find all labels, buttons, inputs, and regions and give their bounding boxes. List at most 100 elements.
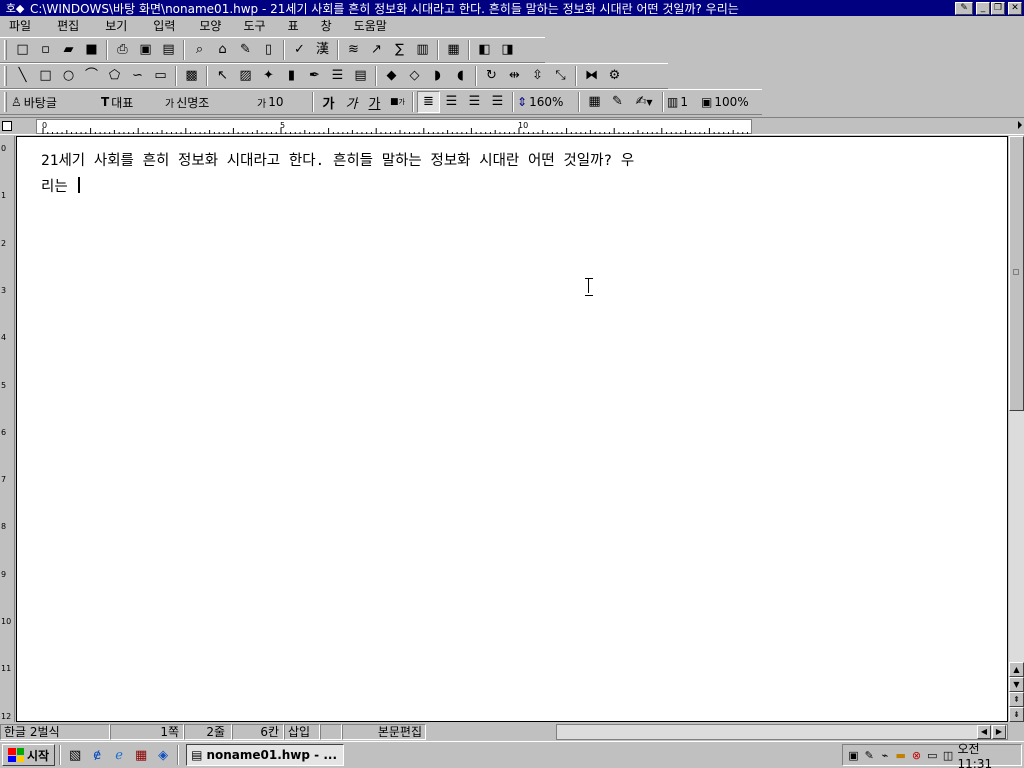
- macro-button[interactable]: ◨: [496, 39, 519, 61]
- scroll-right-button[interactable]: ▶: [992, 725, 1006, 739]
- curve-button[interactable]: ∽: [126, 65, 149, 87]
- task-noname01[interactable]: ▤ noname01.hwp - ...: [186, 744, 345, 766]
- menu-edit[interactable]: 편집: [48, 16, 88, 37]
- toolbar-grip[interactable]: [4, 66, 7, 86]
- font-color-button[interactable]: ▮: [280, 65, 303, 87]
- align-justify-button[interactable]: ≣: [417, 91, 440, 113]
- bar-chart-button[interactable]: ▥: [411, 39, 434, 61]
- start-button[interactable]: 시작: [2, 744, 56, 766]
- tray-display-icon[interactable]: ▬: [894, 749, 907, 762]
- align-right-button[interactable]: ☰: [486, 91, 509, 113]
- ungroup-button[interactable]: ✦: [257, 65, 280, 87]
- image-button[interactable]: ▩: [180, 65, 203, 87]
- menu-window[interactable]: 창: [312, 16, 341, 37]
- bold-button[interactable]: 가: [317, 91, 340, 113]
- tray-network-icon[interactable]: ▣: [847, 749, 860, 762]
- scroll-up-button[interactable]: ▲: [1009, 662, 1024, 677]
- select-object-button[interactable]: ↖: [211, 65, 234, 87]
- menu-view[interactable]: 보기: [96, 16, 136, 37]
- status-insert-mode[interactable]: 삽입: [284, 724, 320, 740]
- quicklaunch-media-icon[interactable]: ▦: [130, 744, 152, 766]
- style-button[interactable]: ◧: [473, 39, 496, 61]
- distribute-v-button[interactable]: ⇳: [526, 65, 549, 87]
- screen-button[interactable]: ▤: [157, 39, 180, 61]
- italic-button[interactable]: 가: [340, 91, 363, 113]
- scroll-left-button[interactable]: ◀: [977, 725, 991, 739]
- open-folder-button[interactable]: ▰: [57, 39, 80, 61]
- new-document-button[interactable]: □: [11, 39, 34, 61]
- menu-tools[interactable]: 도구: [234, 16, 274, 37]
- tray-pen-icon[interactable]: ✎: [863, 749, 876, 762]
- group-button[interactable]: ▨: [234, 65, 257, 87]
- tray-monitor-icon[interactable]: ▭: [926, 749, 939, 762]
- align-center-button[interactable]: ☰: [463, 91, 486, 113]
- font-name-select[interactable]: 가 신명조: [165, 92, 257, 112]
- page-up-button[interactable]: ⇞: [1009, 692, 1024, 707]
- menu-insert[interactable]: 입력: [144, 16, 184, 37]
- save-disk-button[interactable]: ■: [80, 39, 103, 61]
- font-size-select[interactable]: 가 10: [257, 92, 309, 112]
- ellipse-button[interactable]: ○: [57, 65, 80, 87]
- style-select[interactable]: ♙ 바탕글: [11, 92, 101, 112]
- hanja-button[interactable]: 漢: [311, 39, 334, 61]
- edit-note-button[interactable]: ✎: [606, 91, 629, 113]
- polygon-button[interactable]: ⬠: [103, 65, 126, 87]
- document-info-button[interactable]: ▦: [442, 39, 465, 61]
- align-left-button[interactable]: ☰: [440, 91, 463, 113]
- horizontal-ruler[interactable]: 0 5 10: [36, 119, 752, 134]
- textbox-button[interactable]: ▭: [149, 65, 172, 87]
- align-lines-button[interactable]: ☰: [326, 65, 349, 87]
- char-shape-button[interactable]: ■ 가: [386, 91, 409, 113]
- page-button[interactable]: ▯: [257, 39, 280, 61]
- pen-tool-button[interactable]: ✎: [234, 39, 257, 61]
- close-button[interactable]: ✕: [1008, 1, 1022, 15]
- chart-button[interactable]: ↗: [365, 39, 388, 61]
- distribute-h-button[interactable]: ⇹: [503, 65, 526, 87]
- backward-button[interactable]: ◖: [449, 65, 472, 87]
- menu-file[interactable]: 파일: [0, 16, 40, 37]
- toolbar-grip[interactable]: [4, 40, 7, 60]
- restore-button[interactable]: ❐: [991, 1, 1005, 15]
- menu-help[interactable]: 도움말: [345, 16, 396, 37]
- forward-button[interactable]: ◗: [426, 65, 449, 87]
- quicklaunch-channel-icon[interactable]: ◈: [152, 744, 174, 766]
- zoom-button[interactable]: ⌕: [188, 39, 211, 61]
- arc-button[interactable]: ⌒: [80, 65, 103, 87]
- bring-front-button[interactable]: ◆: [380, 65, 403, 87]
- quicklaunch-ie-icon[interactable]: ℯ: [108, 744, 130, 766]
- rotate-button[interactable]: ↻: [480, 65, 503, 87]
- tray-alert-icon[interactable]: ⊗: [910, 749, 923, 762]
- object-properties-button[interactable]: ⚙: [603, 65, 626, 87]
- tray-volume-icon[interactable]: ◫: [942, 749, 955, 762]
- print-preview-button[interactable]: ▣: [134, 39, 157, 61]
- vertical-scrollbar[interactable]: ▲ ▼ ⇞ ⇟: [1009, 136, 1024, 722]
- check-grammar-button[interactable]: ✓: [288, 39, 311, 61]
- new-window-button[interactable]: ▫: [34, 39, 57, 61]
- quicklaunch-explorer-icon[interactable]: ɇ: [86, 744, 108, 766]
- paint-button[interactable]: ✒: [303, 65, 326, 87]
- document-body[interactable]: 21세기 사회를 흔히 정보화 시대라고 한다. 흔히들 말하는 정보화 시대란…: [41, 148, 771, 200]
- quicklaunch-desktop-icon[interactable]: ▧: [64, 744, 86, 766]
- status-input-mode[interactable]: 한글 2벌식: [0, 724, 110, 740]
- table-button[interactable]: ▦: [583, 91, 606, 113]
- zoom-select[interactable]: ▣ 100%: [701, 92, 755, 112]
- mirror-button[interactable]: ⧓: [580, 65, 603, 87]
- hwp-app-icon[interactable]: 호◆: [0, 0, 30, 16]
- menu-table[interactable]: 표: [279, 16, 308, 37]
- ruler-corner-icon[interactable]: [2, 121, 12, 131]
- highlight-button[interactable]: ✍ ▼: [629, 91, 659, 113]
- tray-scanner-icon[interactable]: ⌁: [879, 749, 892, 762]
- document-canvas[interactable]: 21세기 사회를 흔히 정보화 시대라고 한다. 흔히들 말하는 정보화 시대란…: [16, 136, 1008, 722]
- columns-select[interactable]: ▥ 1: [667, 92, 701, 112]
- page-down-button[interactable]: ⇟: [1009, 707, 1024, 722]
- ime-icon[interactable]: ✎: [955, 1, 973, 15]
- line-button[interactable]: ╲: [11, 65, 34, 87]
- line-spacing-select[interactable]: ⇕ 160%: [517, 92, 575, 112]
- print-button[interactable]: ⎙: [111, 39, 134, 61]
- formula-button[interactable]: ∑: [388, 39, 411, 61]
- menu-format[interactable]: 모양: [190, 16, 230, 37]
- rectangle-button[interactable]: □: [34, 65, 57, 87]
- hanger-button[interactable]: ⌂: [211, 39, 234, 61]
- ruler-scroll-right-icon[interactable]: [1018, 121, 1022, 129]
- send-back-button[interactable]: ◇: [403, 65, 426, 87]
